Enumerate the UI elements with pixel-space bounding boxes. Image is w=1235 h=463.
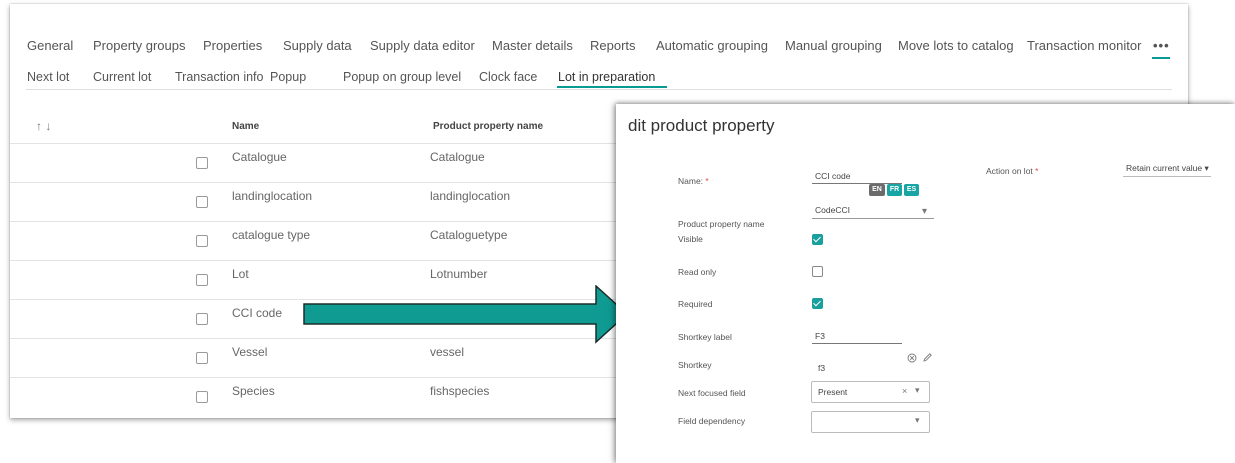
- subtab-next-lot[interactable]: Next lot: [27, 70, 69, 84]
- field-dependency-select[interactable]: ▾: [811, 411, 930, 433]
- read-only-checkbox[interactable]: [812, 266, 823, 277]
- product-property-label: Product property name: [678, 219, 765, 229]
- tab-property-groups[interactable]: Property groups: [93, 38, 186, 53]
- product-property-select[interactable]: CodeCCI: [815, 205, 850, 215]
- row-checkbox[interactable]: [196, 196, 208, 208]
- row-name: CCI code: [232, 306, 283, 320]
- subtab-clock-face[interactable]: Clock face: [479, 70, 537, 84]
- row-checkbox[interactable]: [196, 235, 208, 247]
- active-tab-indicator: [557, 86, 667, 88]
- required-marker: *: [1035, 166, 1039, 176]
- action-on-lot-text: Action on lot: [986, 166, 1033, 176]
- clear-icon[interactable]: ×: [902, 386, 907, 396]
- lang-fr-button[interactable]: FR: [887, 184, 902, 196]
- required-marker: *: [705, 176, 709, 186]
- action-select-underline: [1123, 176, 1211, 177]
- shortkey-label-label: Shortkey label: [678, 332, 732, 342]
- subtab-popup[interactable]: Popup: [270, 70, 306, 84]
- tab-properties[interactable]: Properties: [203, 38, 262, 53]
- more-tab-indicator: [1152, 57, 1170, 59]
- tab-general[interactable]: General: [27, 38, 73, 53]
- shortkey-value: f3: [818, 363, 826, 373]
- shortkey-label-field[interactable]: F3: [815, 331, 825, 341]
- lang-en-button[interactable]: EN: [869, 184, 885, 196]
- row-name: Lot: [232, 267, 249, 281]
- action-on-lot-value: Retain current value: [1126, 163, 1203, 173]
- row-product-property: fishspecies: [430, 384, 490, 398]
- header-name[interactable]: Name: [232, 121, 259, 132]
- subtab-lot-in-preparation[interactable]: Lot in preparation: [558, 70, 655, 84]
- required-checkbox[interactable]: [812, 298, 823, 309]
- header-product-property-name[interactable]: Product property name: [433, 121, 543, 132]
- subtab-popup-on-group-level[interactable]: Popup on group level: [343, 70, 461, 84]
- subtab-transaction-info[interactable]: Transaction info: [175, 70, 263, 84]
- panel-title: dit product property: [628, 116, 775, 135]
- tab-manual-grouping[interactable]: Manual grouping: [785, 38, 882, 53]
- shortkey-label: Shortkey: [678, 360, 712, 370]
- edit-property-panel: dit product property Name: * CCI code EN…: [616, 104, 1235, 463]
- tab-reports[interactable]: Reports: [590, 38, 636, 53]
- row-product-property: Cataloguetype: [430, 228, 508, 242]
- next-focused-field-label: Next focused field: [678, 388, 746, 398]
- action-on-lot-label: Action on lot *: [986, 166, 1038, 176]
- clear-shortkey-icon[interactable]: [907, 353, 917, 363]
- subtab-current-lot[interactable]: Current lot: [93, 70, 151, 84]
- next-focused-field-select[interactable]: Present × ▾: [811, 381, 930, 403]
- main-tabs: General Property groups Properties Suppl…: [10, 38, 1188, 60]
- row-product-property: landinglocation: [430, 189, 511, 203]
- row-product-property: Catalogue: [430, 150, 485, 164]
- row-product-property: Lotnumber: [430, 267, 488, 281]
- chevron-down-icon[interactable]: ▾: [922, 206, 927, 217]
- tab-automatic-grouping[interactable]: Automatic grouping: [656, 38, 768, 53]
- row-name: catalogue type: [232, 228, 311, 242]
- row-checkbox[interactable]: [196, 352, 208, 364]
- visible-label: Visible: [678, 234, 703, 244]
- visible-checkbox[interactable]: [812, 234, 823, 245]
- more-tabs-icon[interactable]: •••: [1153, 38, 1170, 53]
- name-label-text: Name:: [678, 176, 704, 186]
- row-checkbox[interactable]: [196, 391, 208, 403]
- row-checkbox[interactable]: [196, 274, 208, 286]
- name-field[interactable]: CCI code: [815, 171, 850, 181]
- tab-move-lots-to-catalog[interactable]: Move lots to catalog: [898, 38, 1014, 53]
- next-focused-field-value: Present: [818, 387, 848, 397]
- tab-divider: [26, 89, 1172, 90]
- required-label: Required: [678, 299, 713, 309]
- lang-es-button[interactable]: ES: [904, 184, 919, 196]
- row-name: Catalogue: [232, 150, 287, 164]
- field-dependency-label: Field dependency: [678, 416, 746, 426]
- row-name: landinglocation: [232, 189, 313, 203]
- name-label: Name: *: [678, 176, 709, 186]
- chevron-down-icon[interactable]: ▾: [915, 385, 920, 396]
- tab-supply-data[interactable]: Supply data: [283, 38, 352, 53]
- row-checkbox[interactable]: [196, 157, 208, 169]
- pointer-arrow-icon: [303, 285, 629, 344]
- row-name: Vessel: [232, 345, 268, 359]
- row-product-property: vessel: [430, 345, 465, 359]
- chevron-down-icon[interactable]: ▾: [915, 415, 920, 426]
- row-name: Species: [232, 384, 275, 398]
- tab-transaction-monitor[interactable]: Transaction monitor: [1027, 38, 1141, 53]
- tab-master-details[interactable]: Master details: [492, 38, 573, 53]
- action-on-lot-select[interactable]: Retain current value ▾: [1126, 163, 1209, 174]
- row-checkbox[interactable]: [196, 313, 208, 325]
- chevron-down-icon: ▾: [1204, 163, 1209, 173]
- arrow-shape: [303, 285, 629, 344]
- read-only-label: Read only: [678, 267, 717, 277]
- edit-pencil-icon[interactable]: [922, 352, 933, 363]
- sort-icon[interactable]: ↑ ↓: [36, 119, 51, 133]
- tab-supply-data-editor[interactable]: Supply data editor: [370, 38, 475, 53]
- shortkey-label-underline: [812, 343, 902, 344]
- product-property-underline: [812, 218, 934, 219]
